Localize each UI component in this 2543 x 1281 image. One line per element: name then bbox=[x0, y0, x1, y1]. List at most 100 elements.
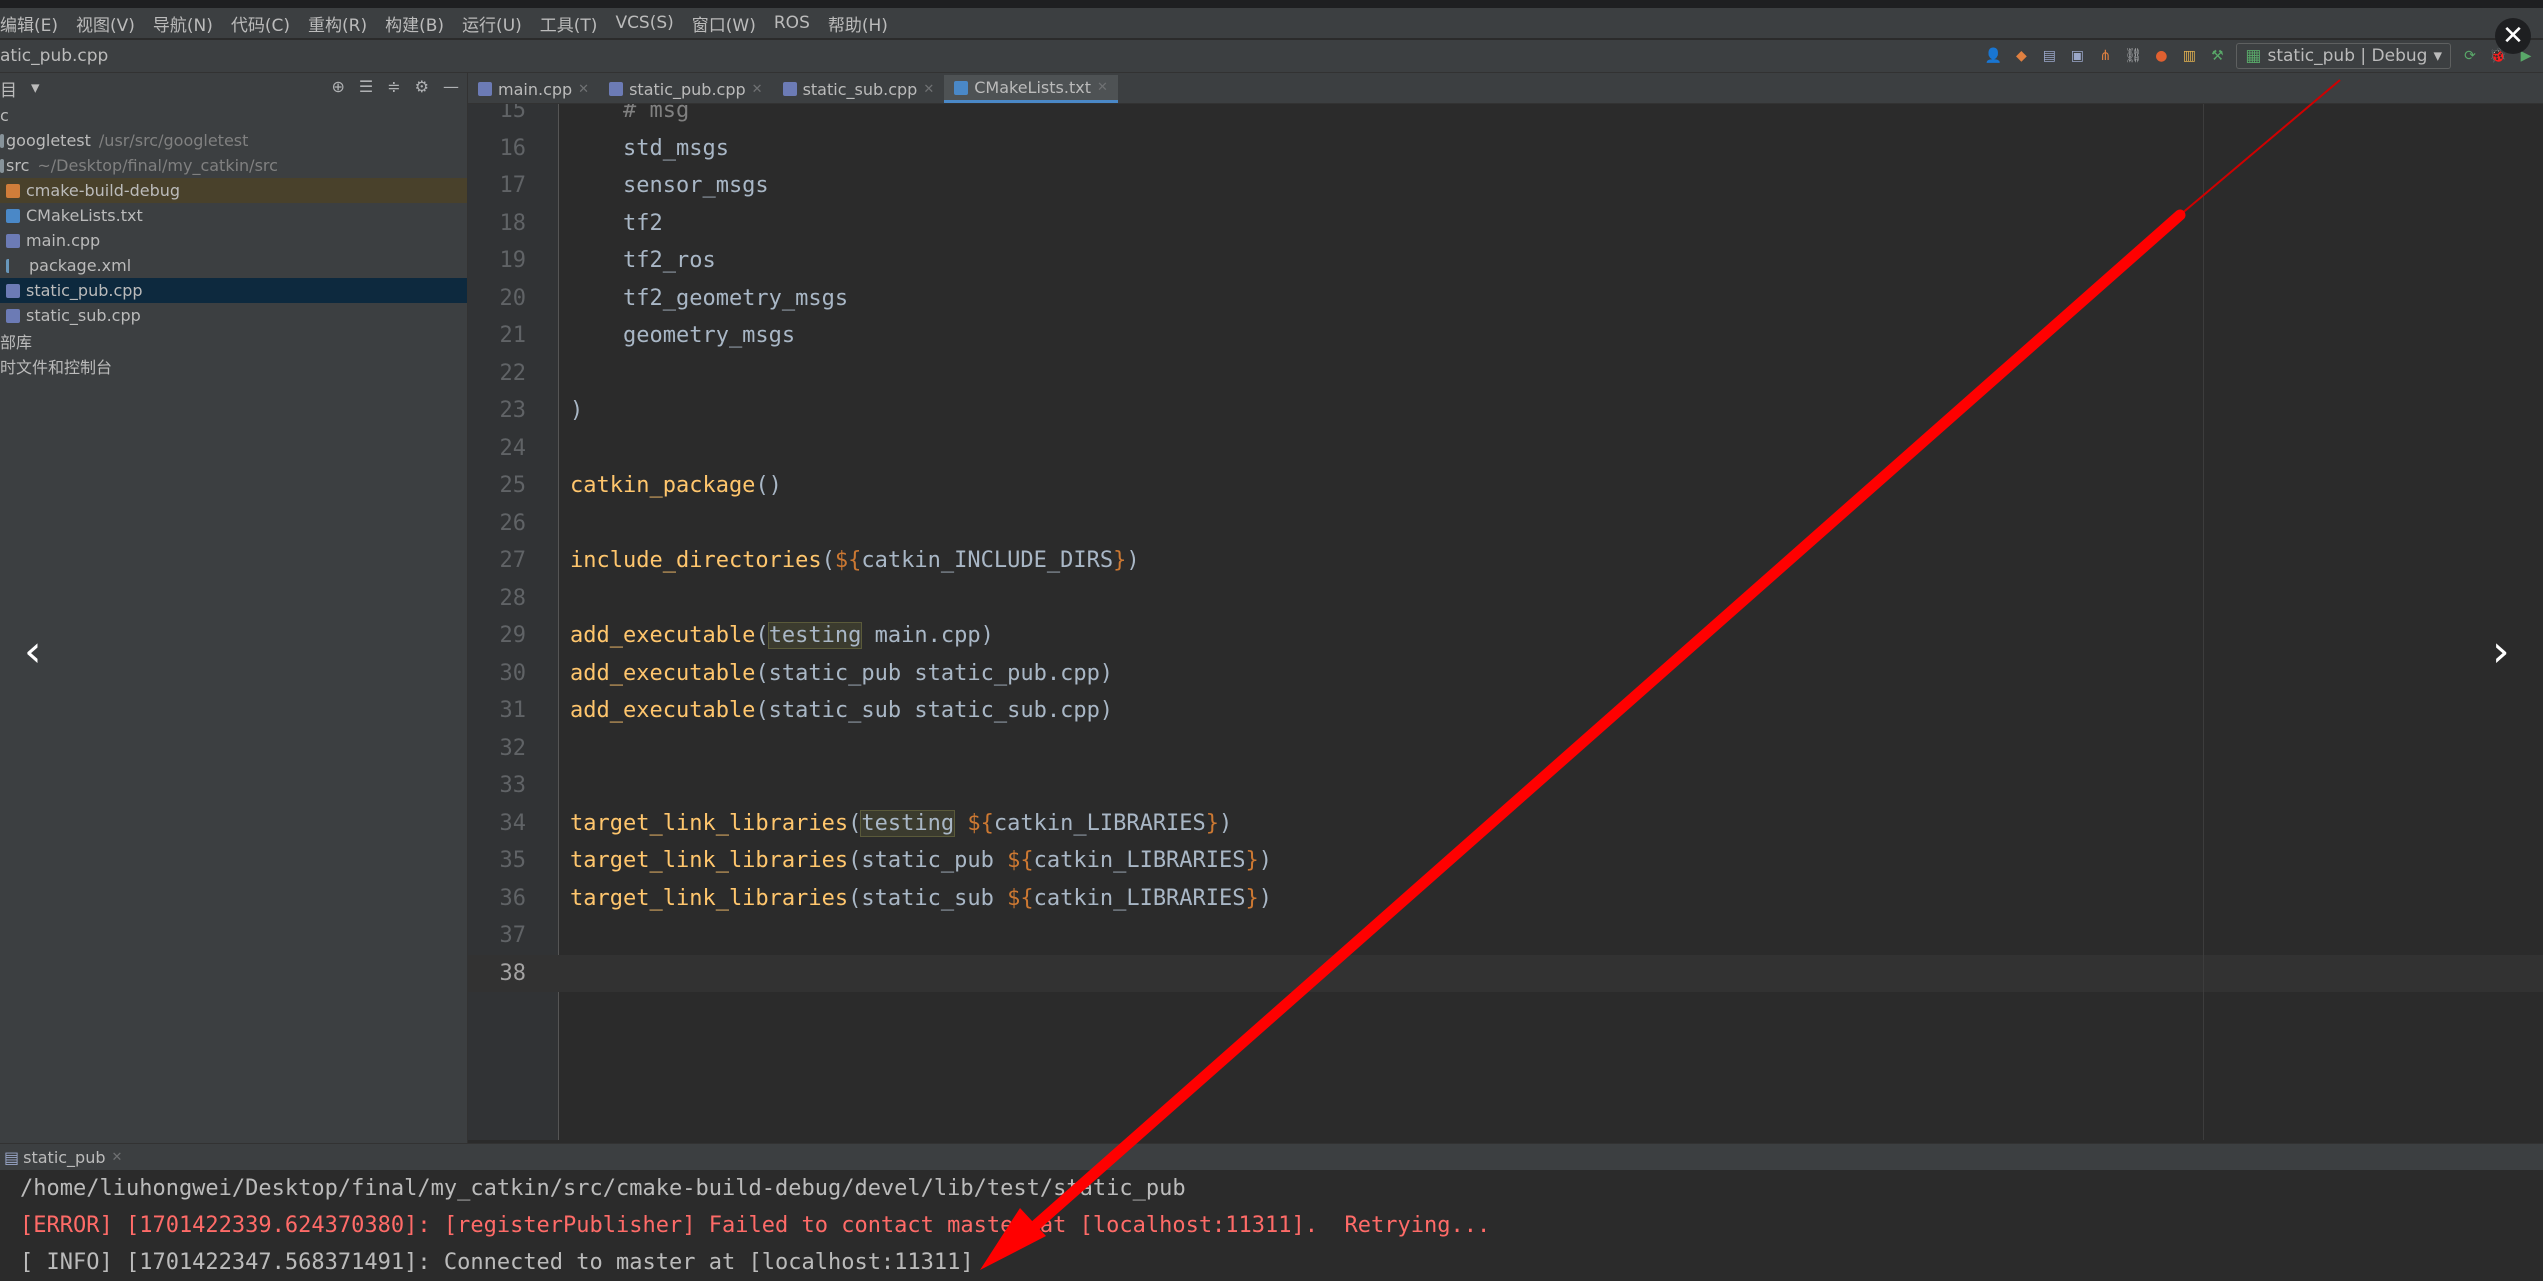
close-icon[interactable]: ✕ bbox=[578, 82, 589, 97]
previous-image-button[interactable]: ‹ bbox=[24, 630, 42, 674]
menu-edit[interactable]: 编辑(E) bbox=[0, 11, 58, 36]
locate-icon[interactable]: ⊕ bbox=[332, 77, 345, 96]
link-icon[interactable]: ⛓ bbox=[2124, 47, 2143, 65]
menu-view[interactable]: 视图(V) bbox=[76, 11, 135, 36]
line-number: 18 bbox=[499, 210, 527, 236]
code-line[interactable]: 15 # msg bbox=[468, 104, 2543, 129]
code-line[interactable]: 17 sensor_msgs bbox=[468, 167, 2543, 204]
menu-run[interactable]: 运行(U) bbox=[462, 11, 522, 36]
menu-code[interactable]: 代码(C) bbox=[231, 11, 290, 36]
tree-item-cmake-build-debug[interactable]: cmake-build-debug bbox=[0, 178, 467, 203]
line-number: 22 bbox=[499, 360, 527, 386]
rerun-icon[interactable]: ⟳ bbox=[2461, 47, 2479, 65]
code-line[interactable]: 21 geometry_msgs bbox=[468, 317, 2543, 354]
chevron-down-icon[interactable]: ▾ bbox=[31, 78, 40, 98]
code-line[interactable]: 34 target_link_libraries(testing ${catkin… bbox=[468, 805, 2543, 842]
menu-tools[interactable]: 工具(T) bbox=[540, 11, 598, 36]
code-rest: (testing main.cpp) bbox=[755, 622, 994, 649]
tree-item-main-cpp[interactable]: main.cpp bbox=[0, 228, 467, 253]
share-icon[interactable]: ⋔ bbox=[2096, 47, 2114, 65]
breadcrumb[interactable]: atic_pub.cpp bbox=[0, 46, 108, 66]
code-line[interactable]: 26 bbox=[468, 505, 2543, 542]
tree-item-src[interactable]: src ~/Desktop/final/my_catkin/src bbox=[0, 153, 467, 178]
code-line[interactable]: 22 bbox=[468, 355, 2543, 392]
code-text: tf2_ros bbox=[558, 248, 716, 273]
code-line[interactable]: 33 bbox=[468, 767, 2543, 804]
tree-item-googletest[interactable]: googletest /usr/src/googletest bbox=[0, 128, 467, 153]
menu-build[interactable]: 构建(B) bbox=[385, 11, 444, 36]
code-line[interactable]: 32 bbox=[468, 730, 2543, 767]
close-icon[interactable]: ✕ bbox=[1097, 80, 1108, 95]
close-viewer-button[interactable]: ✕ bbox=[2495, 18, 2531, 54]
code-line[interactable]: 16 std_msgs bbox=[468, 130, 2543, 167]
code-line[interactable]: 18 tf2 bbox=[468, 205, 2543, 242]
project-panel-title[interactable]: 目 bbox=[0, 76, 17, 101]
tree-item-static-sub-cpp[interactable]: static_sub.cpp bbox=[0, 303, 467, 328]
menu-navigate[interactable]: 导航(N) bbox=[153, 11, 213, 36]
minimize-icon[interactable]: — bbox=[443, 77, 459, 96]
code-line[interactable]: 29 add_executable(testing main.cpp) bbox=[468, 617, 2543, 654]
expand-all-icon[interactable]: ☰ bbox=[359, 77, 373, 96]
ros-icon[interactable]: ◆ bbox=[2012, 47, 2030, 65]
run-tab-static-pub[interactable]: static_pub bbox=[23, 1148, 105, 1167]
user-icon[interactable]: 👤 bbox=[1984, 47, 2002, 65]
function-name: catkin_package bbox=[570, 473, 756, 498]
tree-item-package-xml[interactable]: package.xml bbox=[0, 253, 467, 278]
line-number: 26 bbox=[499, 510, 527, 536]
code-line[interactable]: 24 bbox=[468, 430, 2543, 467]
tab-main-cpp[interactable]: main.cpp ✕ bbox=[468, 75, 599, 103]
tab-cmakelists[interactable]: CMakeLists.txt ✕ bbox=[944, 75, 1118, 103]
tree-item-external-libraries[interactable]: 部库 bbox=[0, 328, 467, 353]
document-icon[interactable]: ▤ bbox=[2040, 47, 2058, 65]
cmake-icon: ▦ bbox=[2245, 46, 2262, 66]
code-text: geometry_msgs bbox=[558, 323, 795, 348]
code-line[interactable]: 30 add_executable(static_pub static_pub.c… bbox=[468, 655, 2543, 692]
right-margin-guide bbox=[2203, 104, 2204, 1140]
code-editor[interactable]: 15 # msg 16 std_msgs 17 sensor_msgs 18 tf2 1… bbox=[468, 104, 2543, 1140]
tree-item-static-pub-cpp[interactable]: static_pub.cpp bbox=[0, 278, 467, 303]
code-rest: (static_sub static_sub.cpp) bbox=[755, 698, 1114, 723]
menu-help[interactable]: 帮助(H) bbox=[828, 11, 888, 36]
code-line[interactable]: 38 bbox=[468, 954, 2543, 992]
next-image-button[interactable]: › bbox=[2492, 630, 2510, 674]
hammer-icon[interactable]: ⚒ bbox=[2208, 47, 2226, 65]
tab-static-sub-cpp[interactable]: static_sub.cpp ✕ bbox=[773, 75, 945, 103]
code-line[interactable]: 19 tf2_ros bbox=[468, 242, 2543, 279]
collapse-all-icon[interactable]: ≑ bbox=[387, 77, 400, 96]
notes-icon[interactable]: ▥ bbox=[2180, 47, 2198, 65]
code-line[interactable]: 25 catkin_package() bbox=[468, 467, 2543, 504]
close-icon[interactable]: ✕ bbox=[752, 82, 763, 97]
close-icon[interactable]: ✕ bbox=[112, 1150, 123, 1165]
code-line[interactable]: 27 include_directories(${catkin_INCLUDE_D… bbox=[468, 542, 2543, 579]
tree-item[interactable]: c bbox=[0, 103, 467, 128]
menu-refactor[interactable]: 重构(R) bbox=[308, 11, 367, 36]
menu-window[interactable]: 窗口(W) bbox=[692, 11, 756, 36]
run-configuration-select[interactable]: ▦ static_pub | Debug ▾ bbox=[2236, 43, 2451, 69]
code-line[interactable]: 36 target_link_libraries(static_sub ${cat… bbox=[468, 880, 2543, 917]
code-text: target_link_libraries(static_sub ${catki… bbox=[558, 886, 1272, 911]
code-line[interactable]: 20 tf2_geometry_msgs bbox=[468, 280, 2543, 317]
cpp-file-icon bbox=[782, 82, 797, 96]
code-line[interactable]: 37 bbox=[468, 917, 2543, 954]
image-icon[interactable]: ▣ bbox=[2068, 47, 2086, 65]
code-rest: sensor_msgs bbox=[570, 173, 769, 198]
run-console[interactable]: /home/liuhongwei/Desktop/final/my_catkin… bbox=[0, 1170, 2543, 1281]
function-name: add_executable bbox=[570, 623, 756, 648]
code-line[interactable]: 28 bbox=[468, 580, 2543, 617]
plugin-icon[interactable]: ● bbox=[2152, 47, 2170, 65]
function-name: target_link_libraries bbox=[570, 810, 849, 836]
code-line[interactable]: 35 target_link_libraries(static_pub ${cat… bbox=[468, 842, 2543, 879]
code-line[interactable]: 23) bbox=[468, 392, 2543, 429]
tree-item-scratches-consoles[interactable]: 时文件和控制台 bbox=[0, 353, 467, 378]
tab-static-pub-cpp[interactable]: static_pub.cpp ✕ bbox=[599, 75, 772, 103]
code-text: add_executable(testing main.cpp) bbox=[558, 622, 994, 649]
menu-ros[interactable]: ROS bbox=[774, 13, 810, 33]
tab-label: static_pub.cpp bbox=[629, 79, 746, 99]
close-icon[interactable]: ✕ bbox=[923, 82, 934, 97]
code-line[interactable]: 31 add_executable(static_sub static_sub.c… bbox=[468, 692, 2543, 729]
tree-item-cmakelists[interactable]: CMakeLists.txt bbox=[0, 203, 467, 228]
menu-vcs[interactable]: VCS(S) bbox=[615, 13, 673, 33]
gear-icon[interactable]: ⚙ bbox=[415, 77, 429, 96]
line-number: 38 bbox=[499, 960, 527, 986]
tree-item-label: CMakeLists.txt bbox=[26, 206, 143, 225]
